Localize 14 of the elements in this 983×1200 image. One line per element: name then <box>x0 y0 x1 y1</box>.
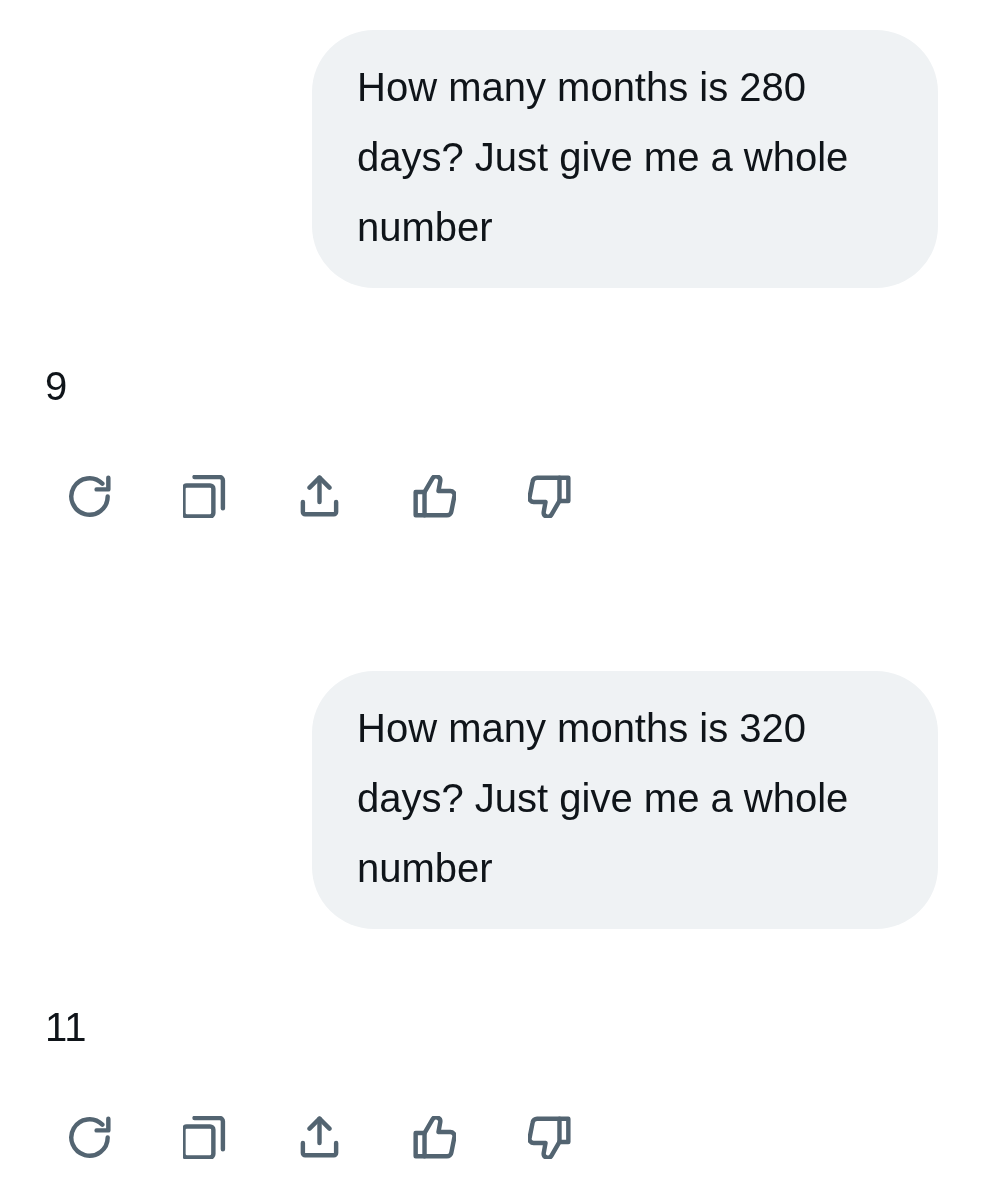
user-message: How many months is 320 days? Just give me a whole number <box>312 671 938 929</box>
share-icon[interactable] <box>298 475 341 518</box>
thumbs-down-icon[interactable] <box>528 1116 571 1159</box>
user-message: How many months is 280 days? Just give me a whole number <box>312 30 938 288</box>
refresh-icon[interactable] <box>68 475 111 518</box>
thumbs-up-icon[interactable] <box>413 475 456 518</box>
refresh-icon[interactable] <box>68 1116 111 1159</box>
copy-icon[interactable] <box>183 1116 226 1159</box>
share-icon[interactable] <box>298 1116 341 1159</box>
copy-icon[interactable] <box>183 475 226 518</box>
assistant-reply: 9 <box>45 363 68 410</box>
thumbs-down-icon[interactable] <box>528 475 571 518</box>
thumbs-up-icon[interactable] <box>413 1116 456 1159</box>
assistant-reply: 11 <box>45 1004 87 1051</box>
